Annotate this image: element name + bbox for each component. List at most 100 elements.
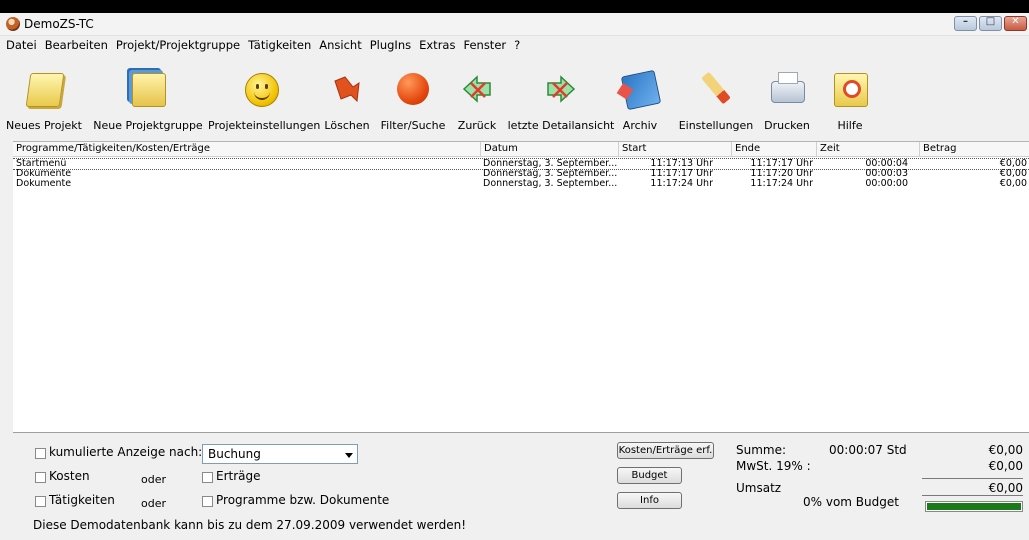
- cell-datum: Donnerstag, 3. September...: [483, 169, 618, 179]
- cell-zeit: 00:00:04: [865, 159, 908, 169]
- mwst-label: MwSt. 19% :: [736, 459, 811, 473]
- filter-search-button[interactable]: Filter/Suche: [380, 55, 446, 139]
- help-button[interactable]: Hilfe: [830, 55, 870, 139]
- kumuliert-checkbox[interactable]: [35, 448, 46, 459]
- menu-bar: Datei Bearbeiten Projekt/Projektgruppe T…: [0, 36, 1029, 54]
- summary-panel: kumulierte Anzeige nach: Buchung Kosten …: [13, 432, 1029, 540]
- app-window: DemoZS-TC – □ ✕ Datei Bearbeiten Projekt…: [0, 13, 1029, 540]
- delete-button[interactable]: Löschen: [320, 55, 374, 139]
- kosten-label: Kosten: [49, 469, 90, 483]
- print-label: Drucken: [764, 119, 810, 132]
- smiley-icon: [245, 73, 279, 107]
- help-label: Hilfe: [837, 119, 863, 132]
- column-header-programme[interactable]: Programme/Tätigkeiten/Kosten/Erträge: [13, 142, 481, 156]
- cell-datum: Donnerstag, 3. September...: [483, 159, 618, 169]
- oder-label: oder: [141, 473, 167, 486]
- menu-fenster[interactable]: Fenster: [459, 38, 510, 52]
- archive-icon: [620, 69, 662, 111]
- project-settings-button[interactable]: Projekteinstellungen: [208, 55, 321, 139]
- divider: [922, 495, 1023, 496]
- divider: [922, 478, 1023, 479]
- kosten-ertraege-button[interactable]: Kosten/Erträge erf.: [617, 442, 714, 459]
- kosten-checkbox[interactable]: [35, 472, 46, 483]
- kumuliert-label: kumulierte Anzeige nach:: [49, 445, 203, 459]
- summe-betrag: €0,00: [988, 443, 1023, 457]
- cell-betrag: €0,00: [999, 169, 1027, 179]
- menu-datei[interactable]: Datei: [2, 38, 41, 52]
- column-header-datum[interactable]: Datum: [481, 142, 619, 156]
- back-button[interactable]: Zurück: [452, 55, 502, 139]
- back-arrow-icon: [462, 75, 491, 103]
- delete-label: Löschen: [324, 119, 370, 132]
- kumuliert-select-value: Buchung: [208, 447, 261, 461]
- column-header-start[interactable]: Start: [619, 142, 732, 156]
- budget-text: 0% vom Budget: [803, 495, 899, 509]
- settings-label: Einstellungen: [678, 119, 754, 132]
- chevron-down-icon: [345, 453, 353, 458]
- budget-button[interactable]: Budget: [617, 467, 682, 484]
- delete-icon: [334, 76, 360, 103]
- info-button[interactable]: Info: [617, 492, 682, 509]
- taetigkeiten-label: Tätigkeiten: [49, 493, 115, 507]
- column-header-ende[interactable]: Ende: [732, 142, 817, 156]
- minimize-icon: –: [963, 16, 968, 27]
- cell-ende: 11:17:17 Uhr: [750, 159, 813, 169]
- kumuliert-select[interactable]: Buchung: [202, 444, 358, 464]
- archive-button[interactable]: Archiv: [620, 55, 662, 139]
- archive-label: Archiv: [622, 119, 658, 132]
- minimize-button[interactable]: –: [954, 16, 977, 31]
- column-header-zeit[interactable]: Zeit: [817, 142, 920, 156]
- back-label: Zurück: [457, 119, 497, 132]
- mwst-betrag: €0,00: [988, 459, 1023, 473]
- last-detail-view-label: letzte Detailansicht: [507, 119, 615, 132]
- new-project-button[interactable]: Neues Projekt: [0, 55, 88, 139]
- oder-label: oder: [141, 497, 167, 510]
- new-project-group-icon: [132, 73, 166, 107]
- umsatz-betrag: €0,00: [988, 481, 1023, 495]
- cell-datum: Donnerstag, 3. September...: [483, 179, 618, 189]
- print-button[interactable]: Drucken: [762, 55, 812, 139]
- cell-zeit: 00:00:00: [865, 179, 908, 189]
- new-project-icon: [25, 73, 65, 107]
- cell-name: Dokumente: [16, 169, 72, 179]
- summe-label: Summe:: [736, 443, 787, 457]
- close-button[interactable]: ✕: [1004, 16, 1027, 31]
- maximize-icon: □: [985, 16, 996, 27]
- toolbar: Neues Projekt Neue Projektgruppe Projekt…: [0, 55, 1029, 139]
- budget-progress-fill: [927, 503, 1021, 510]
- new-project-label: Neues Projekt: [6, 119, 82, 132]
- menu-help[interactable]: ?: [510, 38, 524, 52]
- new-project-group-label: Neue Projektgruppe: [93, 119, 203, 132]
- umsatz-label: Umsatz: [736, 481, 782, 495]
- project-settings-label: Projekteinstellungen: [208, 119, 321, 132]
- programme-checkbox[interactable]: [202, 496, 213, 507]
- app-icon: [6, 17, 20, 31]
- cell-ende: 11:17:24 Uhr: [750, 179, 813, 189]
- title-bar: DemoZS-TC – □ ✕: [0, 13, 1029, 36]
- menu-projekt[interactable]: Projekt/Projektgruppe: [112, 38, 244, 52]
- menu-plugins[interactable]: PlugIns: [366, 38, 415, 52]
- table-row[interactable]: Dokumente Donnerstag, 3. September... 11…: [13, 169, 1029, 179]
- new-project-group-button[interactable]: Neue Projektgruppe: [92, 55, 204, 139]
- taetigkeiten-checkbox[interactable]: [35, 496, 46, 507]
- close-icon: ✕: [1011, 16, 1020, 27]
- maximize-button[interactable]: □: [979, 16, 1002, 31]
- table-row[interactable]: Dokumente Donnerstag, 3. September... 11…: [13, 179, 1029, 189]
- summe-value: 00:00:07 Std: [829, 443, 907, 457]
- cell-zeit: 00:00:03: [865, 169, 908, 179]
- menu-taetigkeiten[interactable]: Tätigkeiten: [244, 38, 315, 52]
- cell-name: Dokumente: [16, 179, 72, 189]
- menu-ansicht[interactable]: Ansicht: [315, 38, 365, 52]
- cell-betrag: €0,00: [999, 179, 1027, 189]
- ertraege-label: Erträge: [216, 469, 261, 483]
- menu-bearbeiten[interactable]: Bearbeiten: [41, 38, 112, 52]
- ertraege-checkbox[interactable]: [202, 472, 213, 483]
- column-header-betrag[interactable]: Betrag: [920, 142, 1029, 156]
- last-detail-view-button[interactable]: letzte Detailansicht: [506, 55, 616, 139]
- entries-list[interactable]: Programme/Tätigkeiten/Kosten/Erträge Dat…: [13, 141, 1029, 433]
- forward-arrow-icon: [547, 75, 576, 103]
- settings-button[interactable]: Einstellungen: [676, 55, 756, 139]
- cell-ende: 11:17:20 Uhr: [750, 169, 813, 179]
- programme-label: Programme bzw. Dokumente: [216, 493, 390, 507]
- menu-extras[interactable]: Extras: [415, 38, 459, 52]
